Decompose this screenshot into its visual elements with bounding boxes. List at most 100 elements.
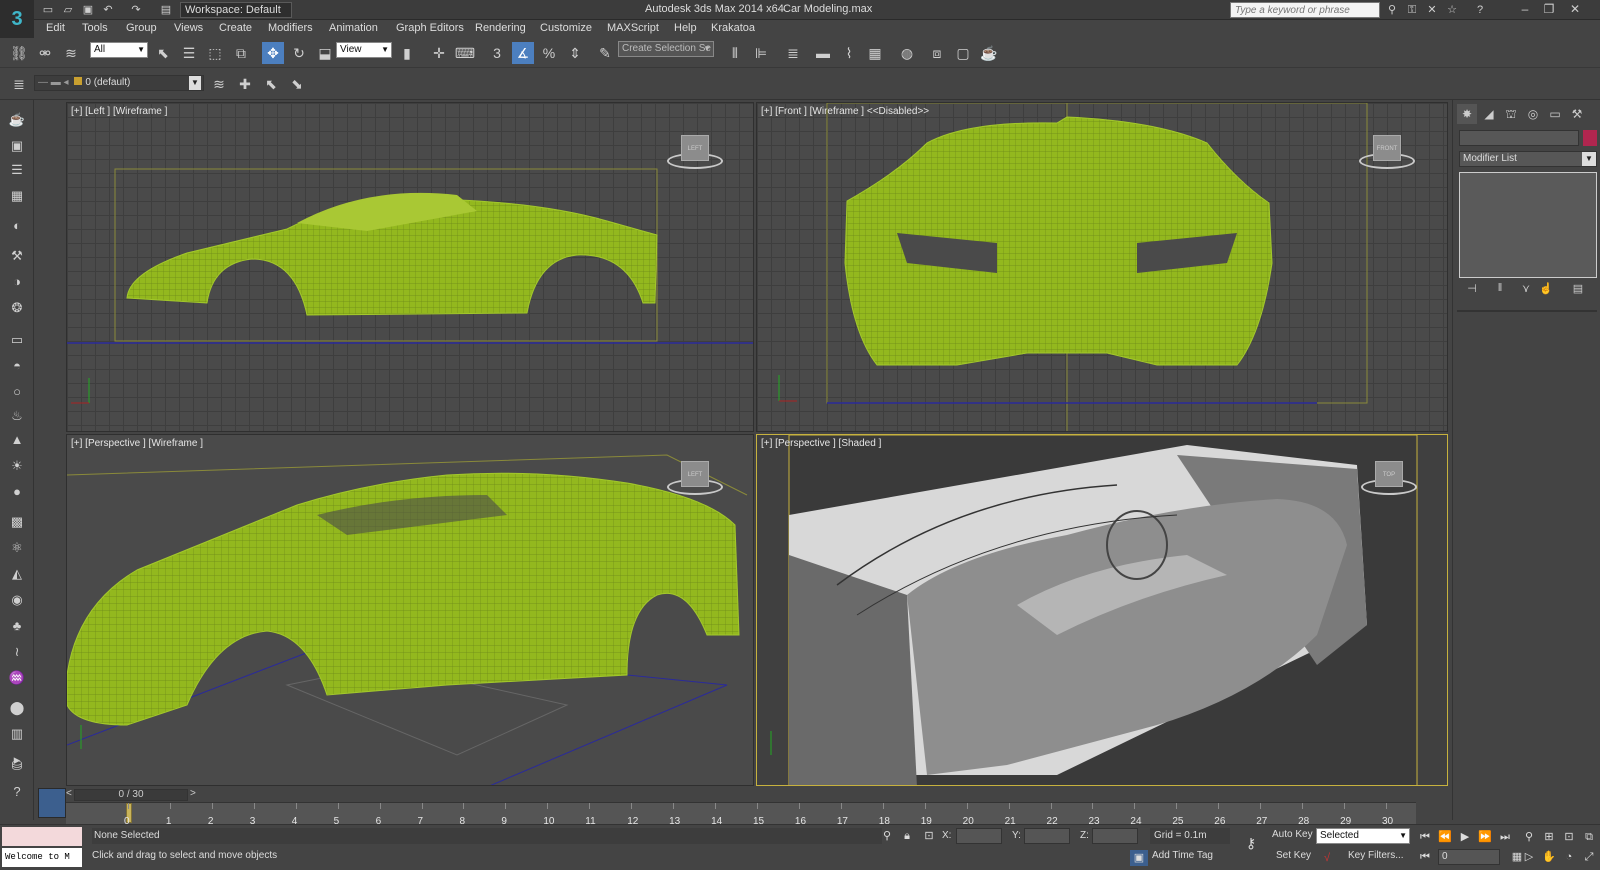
maxscript-listener-output[interactable]: Welcome to M: [2, 848, 82, 867]
cloth-icon[interactable]: ♒: [6, 668, 28, 688]
menu-views[interactable]: Views: [174, 22, 203, 34]
selection-lock-icon[interactable]: 🔒︎: [898, 828, 916, 844]
mesh-icon[interactable]: ◭: [6, 564, 28, 584]
ball-icon[interactable]: ●: [6, 482, 28, 502]
percent-snap-icon[interactable]: %: [538, 42, 560, 64]
menu-maxscript[interactable]: MAXScript: [607, 22, 659, 34]
tools-icon[interactable]: ⚒: [6, 246, 28, 266]
open-file-icon[interactable]: ▱: [60, 2, 76, 18]
select-and-rotate-icon[interactable]: ↻: [288, 42, 310, 64]
atom-icon[interactable]: ⚛: [6, 538, 28, 558]
save-file-icon[interactable]: ▣: [80, 2, 96, 18]
bind-space-warp-icon[interactable]: ≋: [60, 42, 82, 64]
time-slider-thumb[interactable]: 0 / 30: [74, 789, 188, 801]
edit-named-selection-icon[interactable]: ✎: [594, 42, 616, 64]
motion-tab-icon[interactable]: ◎: [1523, 104, 1543, 124]
align-icon[interactable]: ⊫: [750, 42, 772, 64]
viewport-label[interactable]: [+] [Front ] [Wireframe ] <<Disabled>>: [761, 106, 929, 117]
modifier-list-dropdown[interactable]: Modifier List ▼: [1459, 151, 1597, 167]
menu-tools[interactable]: Tools: [82, 22, 108, 34]
schematic-view-icon[interactable]: ▦: [864, 42, 886, 64]
display-tab-icon[interactable]: ▭: [1545, 104, 1565, 124]
plant-icon[interactable]: ♣: [6, 616, 28, 636]
modifier-stack[interactable]: [1459, 172, 1597, 278]
absolute-mode-icon[interactable]: ⊡: [920, 828, 938, 844]
create-layer-icon[interactable]: ≋: [208, 73, 230, 95]
next-frame-icon[interactable]: ⏩: [1476, 829, 1494, 845]
spinner-snap-icon[interactable]: ⇕: [564, 42, 586, 64]
previous-frame-icon[interactable]: ⏪: [1436, 829, 1454, 845]
selection-filter-dropdown[interactable]: All ▼: [90, 42, 148, 58]
maxscript-mini-listener[interactable]: [2, 827, 82, 846]
reference-coordinate-dropdown[interactable]: View ▼: [336, 42, 392, 58]
key-icon[interactable]: √: [1318, 850, 1336, 866]
viewport-label[interactable]: [+] [Perspective ] [Shaded ]: [761, 438, 881, 449]
viewport-layout-icon[interactable]: [38, 788, 66, 818]
grid-icon[interactable]: ▩: [6, 512, 28, 532]
menu-modifiers[interactable]: Modifiers: [268, 22, 313, 34]
keyboard-shortcut-override-icon[interactable]: ⌨: [454, 42, 476, 64]
building-icon[interactable]: ▥: [6, 724, 28, 744]
calculator-icon[interactable]: ▦: [6, 186, 28, 206]
key-selection-dropdown[interactable]: Selected ▼: [1316, 828, 1410, 844]
window-crossing-icon[interactable]: ⧉: [230, 42, 252, 64]
viewcube[interactable]: LEFT: [681, 461, 709, 487]
menu-rendering[interactable]: Rendering: [475, 22, 526, 34]
search-input[interactable]: [1230, 2, 1380, 18]
cone-icon[interactable]: ▲: [6, 430, 28, 450]
menu-group[interactable]: Group: [126, 22, 157, 34]
menu-customize[interactable]: Customize: [540, 22, 592, 34]
orbit-icon[interactable]: ◔: [1560, 849, 1578, 865]
render-setup-icon[interactable]: ⧈: [926, 42, 948, 64]
select-object-icon[interactable]: ⬉: [152, 42, 174, 64]
globe-icon[interactable]: ◉: [6, 590, 28, 610]
database-icon[interactable]: ⛁: [6, 756, 28, 776]
object-name-field[interactable]: [1459, 130, 1579, 146]
viewport-front[interactable]: [+] [Front ] [Wireframe ] <<Disabled>> F…: [756, 102, 1448, 432]
auto-key-button[interactable]: Auto Key: [1272, 829, 1313, 840]
add-time-tag[interactable]: Add Time Tag: [1152, 850, 1213, 861]
layer-manager-icon[interactable]: ≣: [8, 73, 30, 95]
key-mode-toggle-icon[interactable]: ⏮: [1416, 849, 1434, 865]
menu-create[interactable]: Create: [219, 22, 252, 34]
go-to-start-icon[interactable]: ⏮: [1416, 829, 1434, 845]
make-unique-icon[interactable]: ⋎: [1517, 282, 1535, 298]
select-and-move-icon[interactable]: ✥: [262, 42, 284, 64]
hemisphere-icon[interactable]: ◓: [6, 356, 28, 376]
current-frame-field[interactable]: 0: [1438, 849, 1500, 865]
restore-icon[interactable]: ❐: [1538, 1, 1560, 17]
sphere-icon[interactable]: ○: [6, 382, 28, 402]
viewport-left[interactable]: [+] [Left ] [Wireframe ] LEFT: [66, 102, 754, 432]
go-to-end-icon[interactable]: ⏭: [1496, 829, 1514, 845]
layer-manager-icon[interactable]: ≣: [782, 42, 804, 64]
application-menu-button[interactable]: 3: [0, 0, 34, 40]
close-icon[interactable]: ✕: [1564, 1, 1586, 17]
z-coord-field[interactable]: [1092, 828, 1138, 844]
time-tag-icon[interactable]: ▣: [1130, 850, 1148, 866]
help-circle-icon[interactable]: ?: [6, 782, 28, 802]
unlink-selection-icon[interactable]: ⚮: [34, 42, 56, 64]
layer-dropdown[interactable]: — ▬ ◂ 0 (default) ▼: [34, 75, 204, 91]
helper-icon[interactable]: ◑: [6, 272, 28, 292]
play-icon[interactable]: ▶: [1456, 829, 1474, 845]
image-icon[interactable]: ▣: [6, 136, 28, 156]
select-by-name-icon[interactable]: ☰: [178, 42, 200, 64]
x-coord-field[interactable]: [956, 828, 1002, 844]
rendered-frame-window-icon[interactable]: ▢: [952, 42, 974, 64]
pin-stack-icon[interactable]: ⊣: [1463, 282, 1481, 298]
menu-edit[interactable]: Edit: [46, 22, 65, 34]
menu-animation[interactable]: Animation: [329, 22, 378, 34]
hierarchy-tab-icon[interactable]: ⛫: [1501, 104, 1521, 124]
key-icon[interactable]: ⚿: [1404, 2, 1420, 18]
help-icon[interactable]: ?: [1472, 2, 1488, 18]
angle-snap-icon[interactable]: ∡: [512, 42, 534, 64]
redo-icon[interactable]: ↷: [128, 2, 144, 18]
remove-modifier-icon[interactable]: ☝: [1537, 282, 1555, 298]
maximize-viewport-icon[interactable]: ⤢: [1580, 849, 1598, 865]
favorites-star-icon[interactable]: ☆: [1444, 2, 1460, 18]
add-to-layer-icon[interactable]: ✚: [234, 73, 256, 95]
set-current-layer-icon[interactable]: ⬊: [286, 73, 308, 95]
viewport-label[interactable]: [+] [Perspective ] [Wireframe ]: [71, 438, 203, 449]
named-selection-dropdown[interactable]: Create Selection Se ▼: [618, 41, 714, 57]
viewcube[interactable]: LEFT: [681, 135, 709, 161]
